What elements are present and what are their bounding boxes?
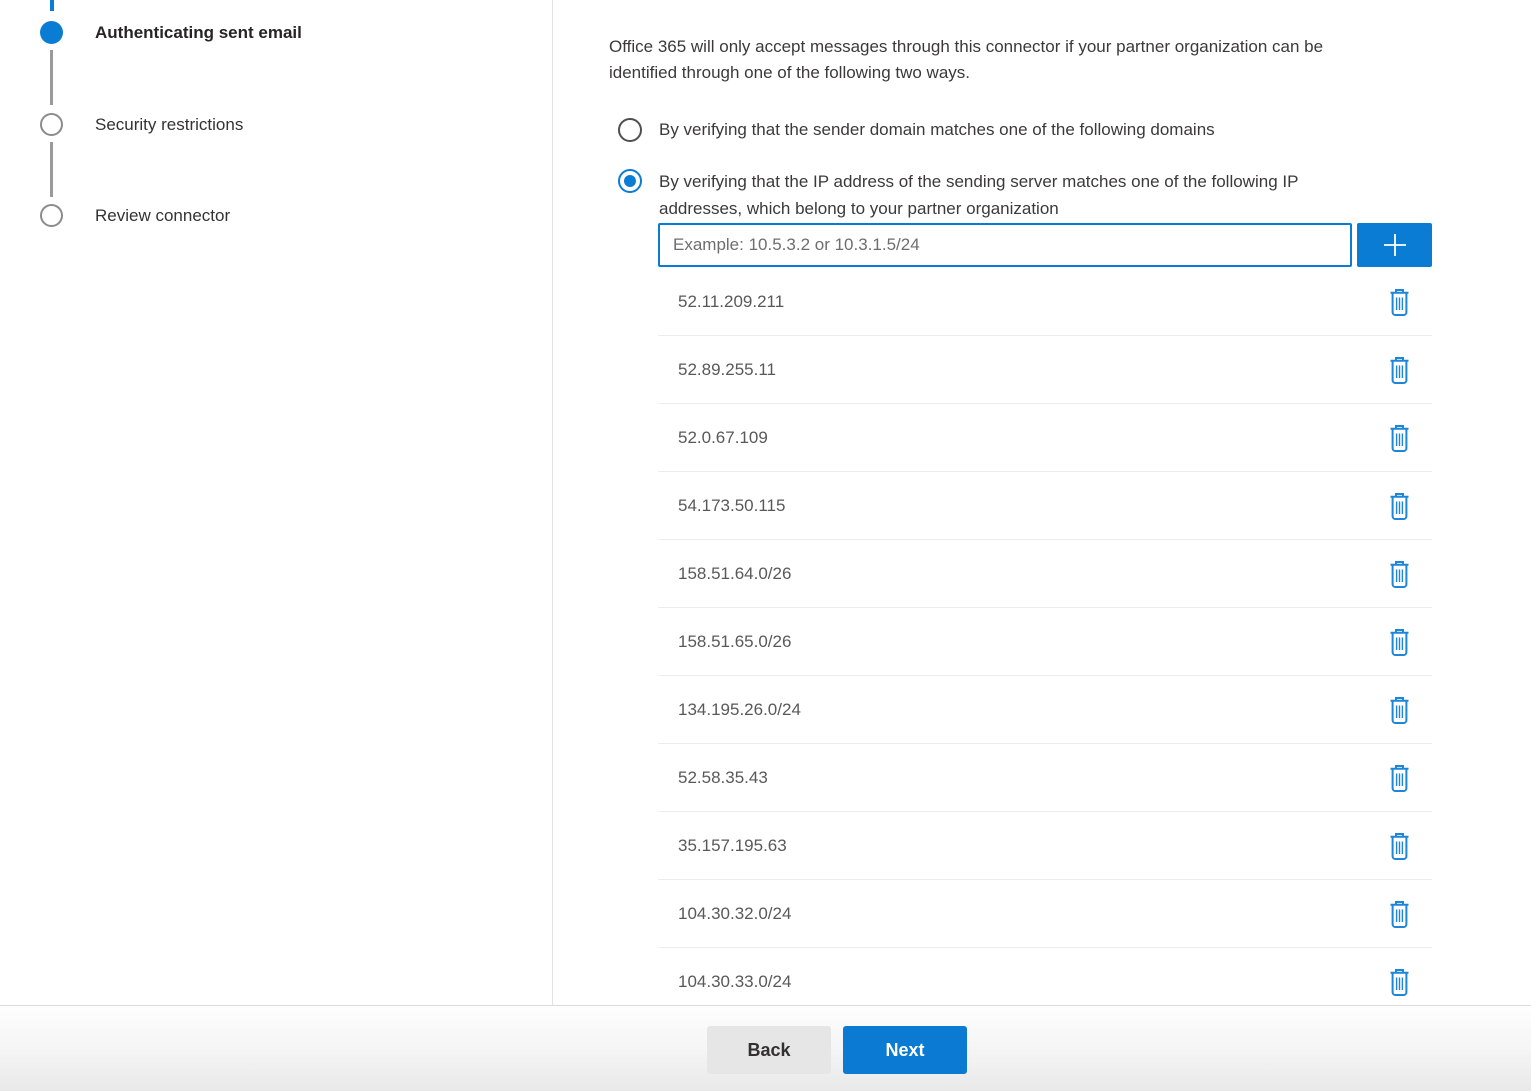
ip-row: 104.30.32.0/24 [658, 880, 1432, 948]
delete-ip-button[interactable] [1380, 960, 1418, 1004]
delete-ip-button[interactable] [1380, 688, 1418, 732]
delete-ip-button[interactable] [1380, 416, 1418, 460]
ip-address-text: 158.51.64.0/26 [678, 564, 791, 584]
ip-address-input[interactable] [658, 223, 1352, 267]
delete-ip-button[interactable] [1380, 348, 1418, 392]
step-label-authenticating-sent-email: Authenticating sent email [95, 21, 302, 44]
step-label-review-connector: Review connector [95, 204, 230, 227]
trash-icon [1388, 424, 1411, 452]
connector-wizard-page: Authenticating sent email Security restr… [0, 0, 1531, 1091]
delete-ip-button[interactable] [1380, 620, 1418, 664]
sidebar-content-divider [552, 0, 553, 1005]
ip-row: 54.173.50.115 [658, 472, 1432, 540]
delete-ip-button[interactable] [1380, 892, 1418, 936]
add-ip-button[interactable] [1357, 223, 1432, 267]
radio-sender-domain[interactable] [618, 118, 642, 142]
trash-icon [1388, 288, 1411, 316]
delete-ip-button[interactable] [1380, 824, 1418, 868]
ip-address-text: 104.30.33.0/24 [678, 972, 791, 992]
trash-icon [1388, 696, 1411, 724]
step-indicator-authenticating-sent-email [40, 21, 63, 44]
ip-address-text: 54.173.50.115 [678, 496, 785, 516]
trash-icon [1388, 628, 1411, 656]
ip-address-text: 52.58.35.43 [678, 768, 768, 788]
trash-icon [1388, 356, 1411, 384]
trash-icon [1388, 832, 1411, 860]
ip-row: 52.11.209.211 [658, 268, 1432, 336]
delete-ip-button[interactable] [1380, 484, 1418, 528]
step-indicator-review-connector [40, 204, 63, 227]
next-button[interactable]: Next [843, 1026, 967, 1074]
back-button[interactable]: Back [707, 1026, 831, 1074]
ip-address-text: 104.30.32.0/24 [678, 904, 791, 924]
radio-ip-address[interactable] [618, 169, 642, 193]
ip-row: 35.157.195.63 [658, 812, 1432, 880]
ip-address-text: 35.157.195.63 [678, 836, 787, 856]
trash-icon [1388, 764, 1411, 792]
ip-row: 52.0.67.109 [658, 404, 1432, 472]
trash-icon [1388, 560, 1411, 588]
step-indicator-security-restrictions [40, 113, 63, 136]
stepper-connector-line [50, 142, 53, 197]
ip-address-text: 52.11.209.211 [678, 292, 784, 312]
trash-icon [1388, 900, 1411, 928]
intro-text: Office 365 will only accept messages thr… [609, 34, 1323, 86]
delete-ip-button[interactable] [1380, 756, 1418, 800]
plus-icon [1379, 229, 1411, 261]
ip-address-text: 52.0.67.109 [678, 428, 768, 448]
ip-row: 158.51.64.0/26 [658, 540, 1432, 608]
wizard-footer: Back Next [0, 1005, 1531, 1091]
radio-ip-address-label[interactable]: By verifying that the IP address of the … [659, 168, 1298, 222]
trash-icon [1388, 968, 1411, 996]
trash-icon [1388, 492, 1411, 520]
step-label-security-restrictions: Security restrictions [95, 113, 243, 136]
delete-ip-button[interactable] [1380, 552, 1418, 596]
stepper-connector-line [50, 50, 53, 105]
ip-row: 52.89.255.11 [658, 336, 1432, 404]
stepper-connector-top [50, 0, 54, 11]
ip-row: 52.58.35.43 [658, 744, 1432, 812]
ip-list: 52.11.209.211 52.89.255.11 [658, 268, 1432, 1016]
ip-row: 158.51.65.0/26 [658, 608, 1432, 676]
ip-address-text: 158.51.65.0/26 [678, 632, 791, 652]
wizard-stepper: Authenticating sent email Security restr… [0, 0, 552, 1005]
ip-row: 134.195.26.0/24 [658, 676, 1432, 744]
radio-sender-domain-label[interactable]: By verifying that the sender domain matc… [659, 119, 1215, 141]
ip-address-text: 134.195.26.0/24 [678, 700, 801, 720]
delete-ip-button[interactable] [1380, 280, 1418, 324]
ip-address-text: 52.89.255.11 [678, 360, 776, 380]
